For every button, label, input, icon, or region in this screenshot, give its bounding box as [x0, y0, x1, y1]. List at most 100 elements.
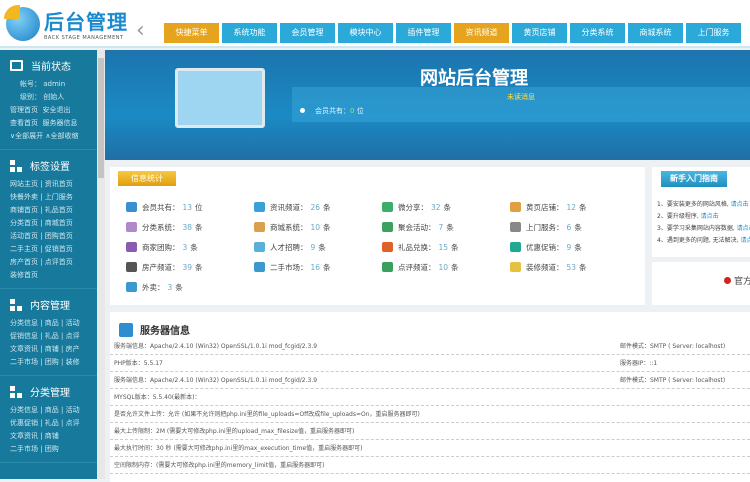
guide-link[interactable]: 请点击	[731, 201, 749, 208]
doc-icon	[510, 222, 521, 232]
nav-tab[interactable]: 资讯频道	[454, 23, 509, 43]
guide-link[interactable]: 请点击	[740, 237, 750, 244]
members-count: 会员共有：0 位	[300, 106, 364, 116]
server-title: 服务器信息	[140, 326, 190, 337]
share-icon	[382, 202, 393, 212]
nav-tab[interactable]: 上门服务	[686, 23, 741, 43]
sidebar-link-row[interactable]: 促销信息 | 礼品 | 点评	[0, 330, 97, 343]
sidebar-link-row[interactable]: 优惠促销 | 礼品 | 点评	[0, 417, 97, 430]
sidebar-link-row[interactable]: 网站主页 | 资讯首页	[0, 178, 97, 191]
guide-link[interactable]: 请点击	[737, 225, 750, 232]
stat-label: 房产频道：	[142, 262, 180, 272]
building-icon	[126, 262, 137, 272]
nav-tab[interactable]: 模块中心	[338, 23, 393, 43]
stat-count: 39	[182, 262, 193, 272]
sidebar-link-row[interactable]: 房产首页 | 点评首页	[0, 256, 97, 269]
recycle-icon	[126, 282, 137, 292]
unread-messages-link[interactable]: 未读消息	[507, 92, 535, 102]
stat-item[interactable]: 上门服务： 6 条	[510, 222, 638, 232]
guide-text: 3、要学习采集网站内容数据,	[657, 225, 737, 232]
chevron-left-icon[interactable]: ‹	[136, 18, 145, 43]
news-icon	[254, 202, 265, 212]
sidebar-link-row[interactable]: 文章资讯 | 商铺	[0, 430, 97, 443]
server-info-left: 最大执行时间：30 秒 (需要大可修改php.ini里的max_executio…	[114, 445, 363, 452]
stat-item[interactable]: 聚会活动： 7 条	[382, 222, 510, 232]
grid-icon	[10, 298, 22, 311]
sidebar-link-row[interactable]: 活动首页 | 团购首页	[0, 230, 97, 243]
scrollbar-thumb[interactable]	[98, 58, 104, 178]
stat-item[interactable]: 二手市场： 16 条	[254, 262, 382, 272]
stat-count: 53	[566, 262, 577, 272]
nav-tab[interactable]: 分类系统	[570, 23, 625, 43]
sidebar-link-row[interactable]: 二手主页 | 促销首页	[0, 243, 97, 256]
stat-item[interactable]: 商家团购： 3 条	[126, 242, 254, 252]
stat-item[interactable]: 分类系统： 38 条	[126, 222, 254, 232]
sidebar-scrollbar[interactable]	[97, 50, 105, 479]
link-server-info[interactable]: 服务器信息	[42, 119, 77, 127]
stat-count: 12	[566, 202, 577, 212]
guide-panel: 新手入门指南 1、要安装更多的网站风格, 请点击 2、要升级程序, 请点击 3、要学…	[652, 167, 750, 257]
stat-item[interactable]: 黄页店铺： 12 条	[510, 202, 638, 212]
sidebar-link-row[interactable]: 分类首页 | 商城首页	[0, 217, 97, 230]
nav-tab[interactable]: 黄页店铺	[512, 23, 567, 43]
collapse-all[interactable]: ∧全部收缩	[45, 132, 78, 140]
sidebar-link-row[interactable]: 文章资讯 | 商铺 | 房产	[0, 343, 97, 356]
link-view-home[interactable]: 查看首页	[10, 119, 38, 127]
server-info-left: 服务端信息：Apache/2.4.10 (Win32) OpenSSL/1.0.…	[114, 343, 318, 350]
stat-count: 9	[310, 242, 316, 252]
stat-item[interactable]: 外卖： 3 条	[126, 282, 254, 292]
stat-item[interactable]: 优惠促销： 9 条	[510, 242, 638, 252]
stat-label: 资讯频道：	[270, 202, 308, 212]
link-admin-home[interactable]: 管理首页	[10, 106, 38, 114]
guide-text: 4、遇到更多的问题, 无法解决,	[657, 237, 741, 244]
sidebar: 当前状态 帐号： admin 级别： 创始人 管理首页 安全退出 查看首页 服务…	[0, 50, 97, 479]
stat-label: 分类系统：	[142, 222, 180, 232]
stat-item[interactable]: 装修频道： 53 条	[510, 262, 638, 272]
sidebar-link-row[interactable]: 二手市场 | 团购	[0, 443, 97, 456]
expand-all[interactable]: ∨全部展开	[10, 132, 43, 140]
stat-label: 微分享：	[398, 202, 428, 212]
stat-count: 10	[310, 222, 321, 232]
server-info-row: 空间限制内存：(需要大可修改php.ini里的memory_limit值，重启服…	[110, 457, 750, 474]
section-header[interactable]: 内容管理	[0, 297, 97, 312]
sidebar-link-row[interactable]: 商铺首页 | 礼品首页	[0, 204, 97, 217]
nav-tab[interactable]: 商城系统	[628, 23, 683, 43]
nav-tab[interactable]: 会员管理	[280, 23, 335, 43]
sidebar-link-row[interactable]: 分类信息 | 商品 | 活动	[0, 404, 97, 417]
guide-link[interactable]: 请点击	[701, 213, 719, 220]
sidebar-link-row[interactable]: 分类信息 | 商品 | 活动	[0, 317, 97, 330]
stat-item[interactable]: 资讯频道： 26 条	[254, 202, 382, 212]
stat-item[interactable]: 房产频道： 39 条	[126, 262, 254, 272]
section-header[interactable]: 分类管理	[0, 384, 97, 399]
logo[interactable]: 后台管理 BACK STAGE MANAGEMENT	[4, 4, 128, 41]
section-title: 标签设置	[30, 162, 70, 173]
section-header[interactable]: 标签设置	[0, 158, 97, 173]
stat-count: 3	[167, 282, 173, 292]
stat-unit: 条	[318, 242, 326, 252]
nav-tab[interactable]: 快捷菜单	[164, 23, 219, 43]
stat-count: 26	[310, 202, 321, 212]
sidebar-link-row[interactable]: 装修首页	[0, 269, 97, 282]
guide-item: 4、遇到更多的问题, 无法解决, 请点击	[657, 235, 750, 247]
stat-item[interactable]: 点评频道： 10 条	[382, 262, 510, 272]
stat-item[interactable]: 礼品兑换： 15 条	[382, 242, 510, 252]
stat-label: 装修频道：	[526, 262, 564, 272]
stat-item[interactable]: 人才招聘： 9 条	[254, 242, 382, 252]
stat-item[interactable]: 微分享： 32 条	[382, 202, 510, 212]
server-info-row: 最大执行时间：30 秒 (需要大可修改php.ini里的max_executio…	[110, 440, 750, 457]
stat-item[interactable]: 商城系统： 10 条	[254, 222, 382, 232]
server-icon	[119, 322, 133, 337]
link-logout[interactable]: 安全退出	[42, 106, 70, 114]
stat-item[interactable]: 会员共有： 13 位	[126, 202, 254, 212]
nav-tab[interactable]: 系统功能	[222, 23, 277, 43]
sidebar-link-row[interactable]: 快餐外卖 | 上门服务	[0, 191, 97, 204]
sidebar-link-row[interactable]: 二手市场 | 团购 | 装修	[0, 356, 97, 369]
banner-title: 网站后台管理	[420, 68, 528, 89]
stat-count: 10	[438, 262, 449, 272]
logo-icon	[4, 4, 40, 41]
nav-tab[interactable]: 插件管理	[396, 23, 451, 43]
grid-icon	[10, 159, 22, 172]
stat-unit: 条	[195, 262, 203, 272]
status-section: 当前状态 帐号： admin 级别： 创始人 管理首页 安全退出 查看首页 服务…	[0, 50, 97, 150]
stat-count: 9	[566, 242, 572, 252]
